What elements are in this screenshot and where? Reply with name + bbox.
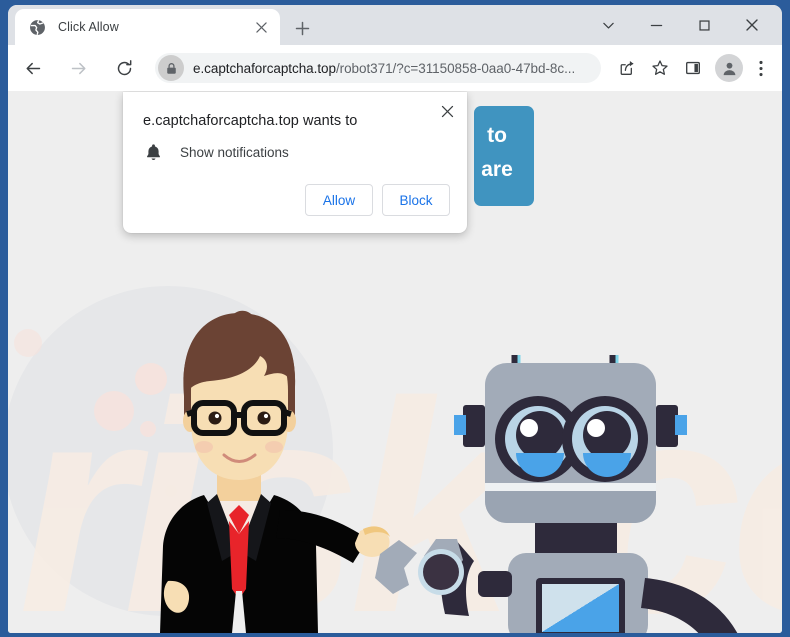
browser-window: Click Allow e.captchaforcaptcha.top/robo… [0, 0, 790, 637]
back-icon[interactable] [18, 53, 48, 83]
promo-card-text: to are [481, 124, 513, 181]
minimize-icon[interactable] [634, 9, 678, 41]
close-icon[interactable] [250, 16, 272, 38]
browser-toolbar: e.captchaforcaptcha.top/robot371/?c=3115… [8, 45, 782, 91]
side-panel-icon[interactable] [678, 53, 708, 83]
window-close-icon[interactable] [730, 9, 774, 41]
dialog-actions: Allow Block [305, 184, 450, 216]
page-viewport: to are risk e.captchaforcaptcha.top want… [8, 91, 782, 633]
maximize-icon[interactable] [682, 9, 726, 41]
chrome-window: Click Allow e.captchaforcaptcha.top/robo… [8, 5, 782, 633]
browser-tab[interactable]: Click Allow [15, 9, 280, 45]
tab-search-button[interactable] [586, 9, 630, 41]
forward-icon [63, 53, 93, 83]
block-button[interactable]: Block [382, 184, 450, 216]
dialog-close-icon[interactable] [435, 99, 459, 123]
new-tab-button[interactable] [288, 14, 316, 42]
address-bar[interactable]: e.captchaforcaptcha.top/robot371/?c=3115… [155, 53, 601, 83]
notification-permission-dialog: e.captchaforcaptcha.top wants to Show no… [123, 92, 467, 233]
address-bar-url: e.captchaforcaptcha.top/robot371/?c=3115… [193, 61, 601, 76]
share-icon[interactable] [612, 53, 642, 83]
allow-button[interactable]: Allow [305, 184, 373, 216]
tab-title: Click Allow [58, 20, 119, 34]
toolbar-actions [609, 53, 782, 83]
globe-icon [29, 19, 46, 36]
reload-icon[interactable] [109, 53, 139, 83]
chrome-menu-icon[interactable] [748, 53, 774, 83]
permission-label: Show notifications [180, 144, 289, 160]
promo-card[interactable]: to are [474, 106, 534, 206]
permission-row: Show notifications [143, 142, 289, 162]
tab-strip: Click Allow [8, 5, 782, 45]
star-icon[interactable] [645, 53, 675, 83]
lock-icon[interactable] [158, 55, 184, 81]
dialog-title: e.captchaforcaptcha.top wants to [143, 113, 358, 129]
url-path: /robot371/?c=31150858-0aa0-47bd-8c... [335, 60, 576, 76]
url-host: e.captchaforcaptcha.top [193, 60, 336, 76]
profile-avatar[interactable] [715, 54, 743, 82]
bell-icon [143, 142, 163, 162]
